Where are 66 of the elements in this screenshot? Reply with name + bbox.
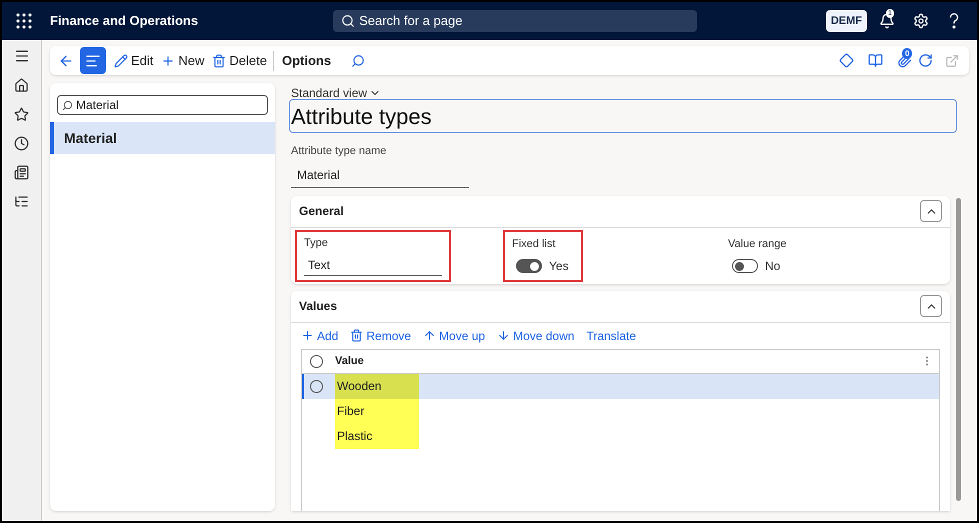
diamond-icon[interactable]	[839, 53, 854, 68]
grid-row[interactable]: Wooden	[302, 374, 939, 398]
search-icon[interactable]	[351, 54, 366, 68]
toggle-value: No	[765, 258, 780, 276]
grid-action-button[interactable]: Translate	[586, 326, 636, 344]
app-launcher-icon[interactable]	[16, 13, 32, 29]
pencil-icon	[114, 54, 128, 68]
app-title: Finance and Operations	[50, 12, 198, 30]
grid-action-button[interactable]: Remove	[350, 326, 412, 344]
star-icon[interactable]	[14, 107, 29, 122]
grid-action-button[interactable]: Add	[301, 326, 338, 344]
toolbar-button[interactable]: Delete	[212, 50, 267, 70]
settings-icon[interactable]	[913, 13, 929, 29]
field-label: Type	[304, 236, 329, 252]
plus-icon	[301, 329, 314, 342]
select-all-radio[interactable]	[310, 354, 323, 368]
value-cell: Wooden	[335, 374, 419, 398]
home-icon[interactable]	[14, 78, 29, 93]
list-icon[interactable]	[14, 194, 29, 209]
attachment-count: 0	[902, 48, 912, 59]
arrow-down-icon	[497, 329, 510, 342]
title-field[interactable]: Attribute types	[289, 99, 957, 133]
menu-icon[interactable]	[14, 48, 30, 64]
lines-icon	[85, 52, 101, 68]
value-cell: Fiber	[335, 398, 419, 424]
filter-field[interactable]: Material	[57, 95, 268, 115]
value-cell: Plastic	[335, 424, 419, 448]
name-field[interactable]: Material	[291, 160, 469, 188]
clock-icon[interactable]	[14, 136, 29, 151]
toolbar-button[interactable]: New	[161, 50, 204, 70]
column-header: Value	[335, 354, 365, 369]
field-label: Attribute type name	[291, 144, 388, 159]
notification-icon[interactable]	[879, 13, 895, 29]
search-icon	[341, 14, 356, 28]
view-selector[interactable]: Standard view	[291, 87, 368, 99]
office-icon[interactable]	[868, 53, 883, 68]
company-button[interactable]: DEMF	[826, 10, 867, 32]
row-radio[interactable]	[310, 380, 323, 392]
workspace-icon[interactable]	[14, 165, 29, 180]
back-icon[interactable]	[58, 52, 74, 68]
trash-icon	[212, 54, 226, 68]
field-label: Value range	[728, 236, 788, 252]
collapse-button[interactable]	[920, 295, 942, 317]
refresh-icon[interactable]	[918, 53, 933, 68]
options-tab[interactable]: Options	[282, 50, 332, 70]
grid-row[interactable]: Fiber	[302, 398, 939, 424]
grid-row[interactable]: Plastic	[302, 424, 939, 448]
grid-action-button[interactable]: Move up	[423, 326, 486, 344]
trash-icon	[350, 329, 364, 342]
search-field[interactable]: Search for a page	[333, 10, 698, 32]
field-label: Fixed list	[512, 236, 556, 252]
action-pane-button[interactable]	[80, 47, 106, 74]
section-title: Values	[299, 298, 338, 315]
type-field[interactable]: Text	[304, 252, 442, 276]
list-item[interactable]: Material	[50, 122, 275, 154]
toggle-value: Yes	[549, 258, 569, 276]
plus-icon	[161, 54, 176, 68]
section-title: General	[299, 203, 344, 220]
collapse-button[interactable]	[920, 200, 942, 222]
toggle-switch[interactable]	[732, 259, 758, 274]
toolbar-button[interactable]: Edit	[114, 50, 154, 70]
toggle-switch[interactable]	[516, 259, 542, 274]
grid-action-button[interactable]: Move down	[497, 326, 574, 344]
search-icon	[62, 100, 73, 110]
help-icon[interactable]	[949, 13, 959, 29]
arrow-up-icon	[423, 329, 436, 342]
